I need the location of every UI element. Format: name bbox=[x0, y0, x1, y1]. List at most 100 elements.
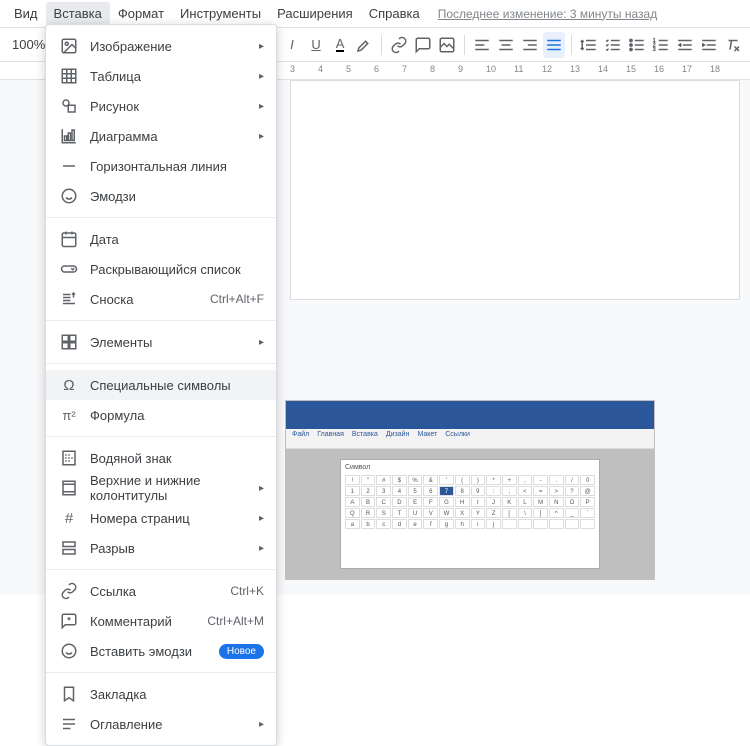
clear-formatting-button[interactable] bbox=[722, 32, 744, 58]
ruler-tick: 13 bbox=[570, 64, 580, 74]
menu-separator bbox=[46, 320, 276, 321]
menu-item-drawing[interactable]: Рисунок▸ bbox=[46, 91, 276, 121]
menu-item-label: Раскрывающийся список bbox=[90, 262, 264, 277]
table-icon bbox=[60, 67, 78, 85]
align-justify-button[interactable] bbox=[543, 32, 565, 58]
menu-item-emoji[interactable]: Вставить эмодзиНовое bbox=[46, 636, 276, 666]
submenu-arrow-icon: ▸ bbox=[259, 101, 264, 112]
align-right-button[interactable] bbox=[519, 32, 541, 58]
menu-item-watermark[interactable]: Водяной знак bbox=[46, 443, 276, 473]
menu-item-pagenum[interactable]: #Номера страниц▸ bbox=[46, 503, 276, 533]
menu-item-hr[interactable]: Горизонтальная линия bbox=[46, 151, 276, 181]
comment-button[interactable] bbox=[412, 32, 434, 58]
hr-icon bbox=[60, 157, 78, 175]
bulleted-list-button[interactable] bbox=[626, 32, 648, 58]
watermark-icon bbox=[60, 449, 78, 467]
image-button[interactable] bbox=[436, 32, 458, 58]
headers-icon bbox=[60, 479, 78, 497]
ruler-tick: 6 bbox=[374, 64, 379, 74]
menu-item-headers[interactable]: Верхние и нижние колонтитулы ▸ bbox=[46, 473, 276, 503]
menu-item-label: Формула bbox=[90, 408, 264, 423]
indent-decrease-button[interactable] bbox=[674, 32, 696, 58]
menu-item-emoji[interactable]: Эмодзи bbox=[46, 181, 276, 211]
menu-item-dropdown[interactable]: Раскрывающийся список bbox=[46, 254, 276, 284]
menu-item-label: Разрыв bbox=[90, 541, 247, 556]
menu-item-chart[interactable]: Диаграмма▸ bbox=[46, 121, 276, 151]
menu-item-label: Эмодзи bbox=[90, 189, 264, 204]
submenu-arrow-icon: ▸ bbox=[259, 543, 264, 554]
menu-insert[interactable]: Вставка bbox=[46, 2, 110, 25]
menu-item-image[interactable]: Изображение▸ bbox=[46, 31, 276, 61]
align-left-button[interactable] bbox=[471, 32, 493, 58]
menu-item-link[interactable]: СсылкаCtrl+K bbox=[46, 576, 276, 606]
menu-item-date[interactable]: Дата bbox=[46, 224, 276, 254]
link-icon bbox=[60, 582, 78, 600]
shortcut: Ctrl+Alt+F bbox=[210, 292, 264, 306]
ruler-tick: 8 bbox=[430, 64, 435, 74]
text-color-button[interactable]: A bbox=[329, 32, 351, 58]
ruler-tick: 16 bbox=[654, 64, 664, 74]
menu-item-table[interactable]: Таблица▸ bbox=[46, 61, 276, 91]
zoom-value: 100% bbox=[12, 37, 45, 52]
separator bbox=[381, 35, 382, 55]
align-center-button[interactable] bbox=[495, 32, 517, 58]
dropdown-icon bbox=[60, 260, 78, 278]
word-ribbon: ФайлГлавнаяВставкаДизайнМакетСсылки bbox=[286, 429, 654, 449]
menu-item-label: Сноска bbox=[90, 292, 198, 307]
ruler-tick: 17 bbox=[682, 64, 692, 74]
menu-item-toc[interactable]: Оглавление▸ bbox=[46, 709, 276, 739]
shortcut: Ctrl+K bbox=[230, 584, 264, 598]
ruler-tick: 15 bbox=[626, 64, 636, 74]
italic-button[interactable]: I bbox=[281, 32, 303, 58]
menu-separator bbox=[46, 217, 276, 218]
omega-icon: Ω bbox=[60, 376, 78, 394]
menu-extensions[interactable]: Расширения bbox=[269, 2, 361, 25]
menu-item-label: Водяной знак bbox=[90, 451, 264, 466]
drawing-icon bbox=[60, 97, 78, 115]
menu-help[interactable]: Справка bbox=[361, 2, 428, 25]
ruler-tick: 14 bbox=[598, 64, 608, 74]
svg-text:3: 3 bbox=[653, 47, 656, 53]
break-icon bbox=[60, 539, 78, 557]
numbered-list-button[interactable]: 123 bbox=[650, 32, 672, 58]
menu-item-comment[interactable]: КомментарийCtrl+Alt+M bbox=[46, 606, 276, 636]
menu-separator bbox=[46, 436, 276, 437]
menu-item-label: Диаграмма bbox=[90, 129, 247, 144]
menu-item-blocks[interactable]: Элементы▸ bbox=[46, 327, 276, 357]
menu-tools[interactable]: Инструменты bbox=[172, 2, 269, 25]
menu-item-label: Верхние и нижние колонтитулы bbox=[90, 473, 247, 503]
menu-view[interactable]: Вид bbox=[6, 2, 46, 25]
submenu-arrow-icon: ▸ bbox=[259, 483, 264, 494]
menu-item-break[interactable]: Разрыв ▸ bbox=[46, 533, 276, 563]
menu-format[interactable]: Формат bbox=[110, 2, 172, 25]
menu-item-label: Элементы bbox=[90, 335, 247, 350]
blocks-icon bbox=[60, 333, 78, 351]
separator bbox=[464, 35, 465, 55]
menu-item-pi[interactable]: π²Формула bbox=[46, 400, 276, 430]
line-spacing-button[interactable] bbox=[578, 32, 600, 58]
shortcut: Ctrl+Alt+M bbox=[207, 614, 264, 628]
link-button[interactable] bbox=[388, 32, 410, 58]
menu-item-omega[interactable]: ΩСпециальные символы bbox=[46, 370, 276, 400]
menu-item-label: Дата bbox=[90, 232, 264, 247]
menu-item-footnote[interactable]: Сноска Ctrl+Alt+F bbox=[46, 284, 276, 314]
document-text[interactable]: с: Вставка → Специальные символы можно л… bbox=[285, 590, 745, 594]
underline-button[interactable]: U bbox=[305, 32, 327, 58]
indent-increase-button[interactable] bbox=[698, 32, 720, 58]
checklist-button[interactable] bbox=[602, 32, 624, 58]
ruler-tick: 3 bbox=[290, 64, 295, 74]
ruler-tick: 18 bbox=[710, 64, 720, 74]
image-icon bbox=[60, 37, 78, 55]
menu-separator bbox=[46, 569, 276, 570]
menu-item-label: Номера страниц bbox=[90, 511, 247, 526]
menu-item-bookmark[interactable]: Закладка bbox=[46, 679, 276, 709]
ruler-tick: 4 bbox=[318, 64, 323, 74]
comment-icon bbox=[60, 612, 78, 630]
last-edit-link[interactable]: Последнее изменение: 3 минуты назад bbox=[438, 7, 658, 21]
menu-item-label: Таблица bbox=[90, 69, 247, 84]
highlight-button[interactable] bbox=[353, 32, 375, 58]
document-page[interactable] bbox=[290, 80, 740, 300]
footnote-icon bbox=[60, 290, 78, 308]
menu-item-label: Закладка bbox=[90, 687, 264, 702]
symbol-dialog: Символ !"#$%&'()*+,-./0123456789:;<=>?@A… bbox=[340, 459, 600, 569]
